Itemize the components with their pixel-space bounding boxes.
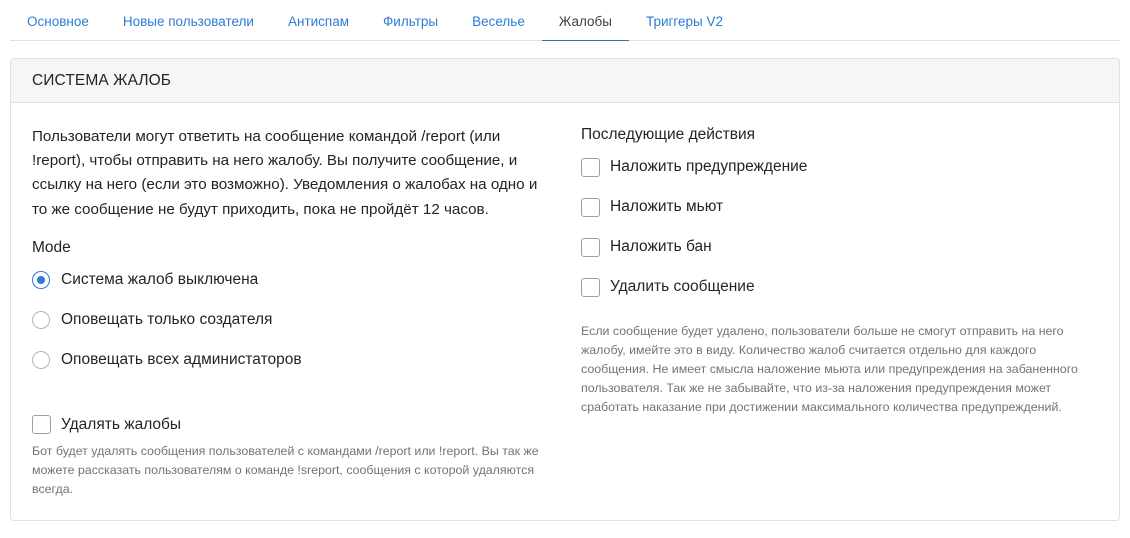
action-warn[interactable]: Наложить предупреждение [581, 147, 1106, 187]
mode-radio-group: Система жалоб выключена Оповещать только… [32, 260, 552, 380]
action-ban-checkbox[interactable] [581, 237, 600, 257]
tab-fun[interactable]: Веселье [455, 0, 542, 41]
action-label: Наложить бан [610, 238, 712, 255]
radio-button[interactable] [32, 350, 50, 369]
action-mute-checkbox[interactable] [581, 197, 600, 217]
mode-option-label: Система жалоб выключена [61, 270, 259, 288]
reports-description: Пользователи могут ответить на сообщение… [32, 128, 538, 218]
action-ban[interactable]: Наложить бан [581, 227, 1106, 267]
followup-actions-list: Наложить предупреждение Наложить мьют На… [581, 147, 1106, 307]
tab-filters[interactable]: Фильтры [366, 0, 455, 41]
delete-reports-checkbox[interactable] [32, 415, 51, 435]
radio-button-checked[interactable] [32, 270, 50, 289]
followup-actions-title: Последующие действия [581, 126, 756, 143]
tab-new-users[interactable]: Новые пользователи [106, 0, 271, 41]
reports-mode-column: Пользователи могут ответить на сообщение… [32, 125, 552, 499]
mode-option-label: Оповещать всех администаторов [61, 350, 302, 368]
followup-actions-column: Последующие действия Наложить предупрежд… [581, 125, 1106, 417]
action-mute[interactable]: Наложить мьют [581, 187, 1106, 227]
tab-main[interactable]: Основное [10, 0, 106, 41]
action-delete-message[interactable]: Удалить сообщение [581, 267, 1106, 307]
settings-tabs: Основное Новые пользователи Антиспам Фил… [10, 0, 1120, 41]
delete-reports-toggle[interactable]: Удалять жалобы [32, 405, 552, 445]
tab-antispam[interactable]: Антиспам [271, 0, 366, 41]
action-delete-message-checkbox[interactable] [581, 277, 600, 297]
action-label: Наложить предупреждение [610, 158, 808, 175]
mode-option-notify-creator[interactable]: Оповещать только создателя [32, 300, 552, 340]
mode-option-label: Оповещать только создателя [61, 310, 273, 328]
tab-triggers-v2[interactable]: Триггеры V2 [629, 0, 740, 41]
mode-option-notify-admins[interactable]: Оповещать всех администаторов [32, 340, 552, 380]
action-warn-checkbox[interactable] [581, 157, 600, 177]
mode-label: Mode [32, 238, 71, 256]
mode-option-disabled[interactable]: Система жалоб выключена [32, 260, 552, 300]
action-label: Удалить сообщение [610, 278, 755, 295]
reports-settings-card: СИСТЕМА ЖАЛОБ Пользователи могут ответит… [10, 58, 1120, 521]
delete-reports-label: Удалять жалобы [61, 415, 182, 433]
tab-reports[interactable]: Жалобы [541, 0, 629, 41]
followup-actions-help: Если сообщение будет удалено, пользовате… [581, 324, 1078, 414]
card-title: СИСТЕМА ЖАЛОБ [11, 59, 1119, 103]
delete-reports-help: Бот будет удалять сообщения пользователе… [32, 443, 539, 496]
action-label: Наложить мьют [610, 198, 724, 215]
radio-button[interactable] [32, 310, 50, 329]
